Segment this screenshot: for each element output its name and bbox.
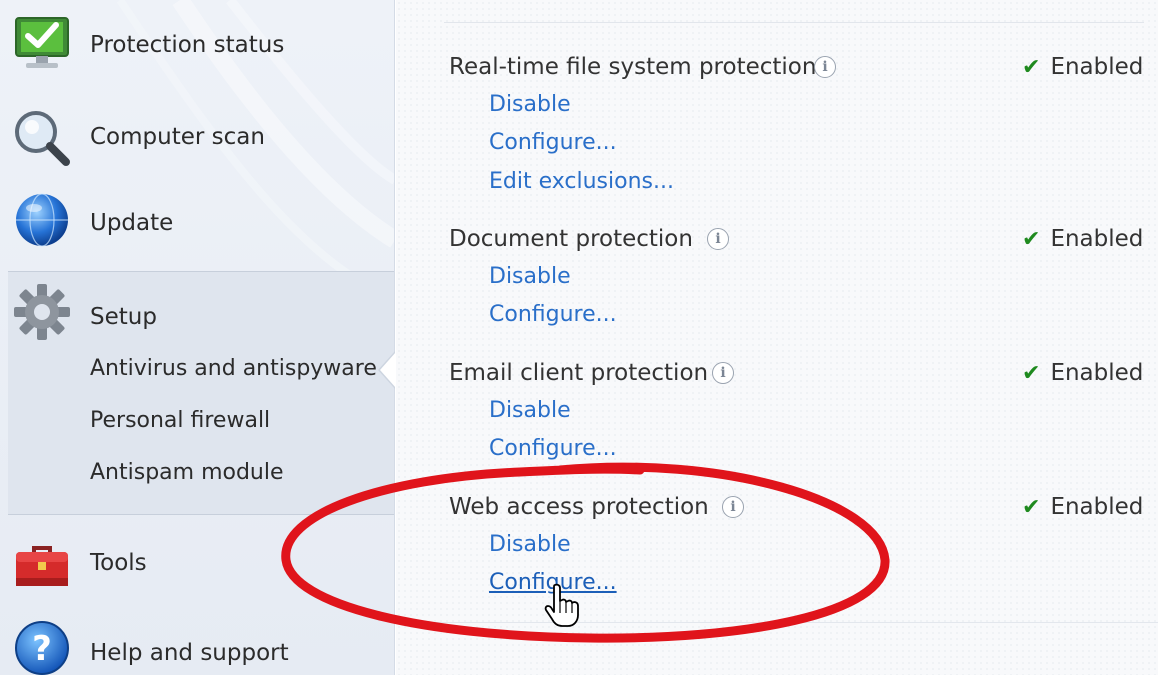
sidebar: Protection status Computer scan Update S… [0,0,395,675]
magnifier-icon [15,111,70,166]
toolbox-icon [16,546,68,586]
status-text: Enabled [1050,226,1144,252]
status-badge: ✔ Enabled [1022,360,1143,386]
status-text: Enabled [1050,494,1144,520]
module-title-web-access: Web access protection [449,494,709,520]
sidebar-subitem-antivirus[interactable]: Antivirus and antispyware [90,356,377,381]
sidebar-item-label: Setup [90,304,157,330]
module-title-document: Document protection [449,226,693,252]
sidebar-item-label: Tools [90,550,147,576]
sidebar-item-setup[interactable]: Setup [0,278,394,352]
disable-link[interactable]: Disable [489,398,571,423]
status-badge: ✔ Enabled [1022,226,1143,252]
check-icon: ✔ [1022,54,1041,80]
disable-link[interactable]: Disable [489,264,571,289]
sidebar-item-update[interactable]: Update [0,188,394,268]
check-icon: ✔ [1022,494,1041,520]
gear-icon [14,284,70,340]
disable-link[interactable]: Disable [489,532,571,557]
info-icon[interactable]: i [707,228,729,250]
sidebar-item-help[interactable]: ? Help and support [0,612,394,675]
status-text: Enabled [1050,54,1144,80]
sidebar-item-label: Protection status [90,32,285,58]
sidebar-subitem-firewall[interactable]: Personal firewall [90,408,270,433]
info-icon[interactable]: i [712,362,734,384]
sidebar-item-label: Help and support [90,640,289,666]
top-divider [444,22,1144,23]
sidebar-item-computer-scan[interactable]: Computer scan [0,100,394,180]
configure-link[interactable]: Configure... [489,130,617,155]
status-badge: ✔ Enabled [1022,494,1143,520]
bottom-divider [396,622,1158,623]
hand-cursor-icon [544,583,579,627]
info-icon[interactable]: i [722,496,744,518]
configure-link[interactable]: Configure... [489,302,617,327]
status-text: Enabled [1050,360,1144,386]
info-icon[interactable]: i [814,56,836,78]
active-pointer [380,352,396,388]
module-title-realtime: Real-time file system protection [449,54,817,80]
status-badge: ✔ Enabled [1022,54,1143,80]
sidebar-item-protection-status[interactable]: Protection status [0,8,394,88]
module-title-email: Email client protection [449,360,709,386]
help-icon: ? [15,621,69,675]
sidebar-item-label: Update [90,210,174,236]
disable-link[interactable]: Disable [489,92,571,117]
check-icon: ✔ [1022,360,1041,386]
configure-link[interactable]: Configure... [489,436,617,461]
globe-icon [16,193,68,247]
check-icon: ✔ [1022,226,1041,252]
svg-text:?: ? [32,629,52,669]
sidebar-item-label: Computer scan [90,124,265,150]
edit-exclusions-link[interactable]: Edit exclusions... [489,169,674,194]
sidebar-subitem-antispam[interactable]: Antispam module [90,460,284,485]
monitor-check-icon [15,17,69,68]
sidebar-item-tools[interactable]: Tools [0,524,394,604]
